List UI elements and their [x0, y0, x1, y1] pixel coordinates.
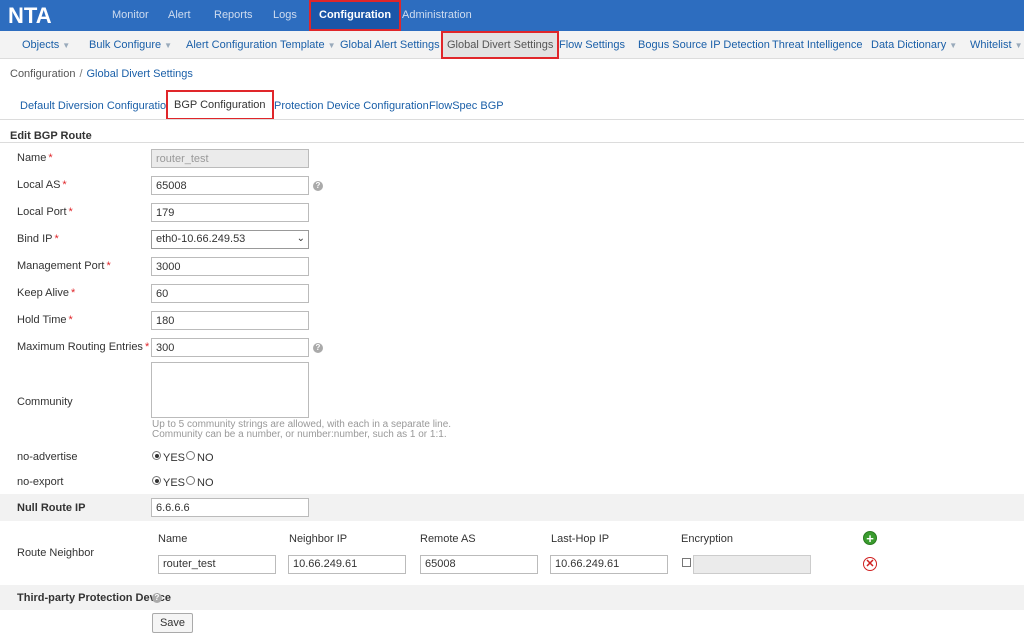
local-as-input[interactable]: [151, 176, 309, 195]
help-icon[interactable]: ?: [313, 181, 323, 191]
section-title: Edit BGP Route: [10, 130, 92, 142]
subnav-data-dictionary[interactable]: Data Dictionary ▼: [871, 31, 957, 59]
tab-default-diversion[interactable]: Default Diversion Configuration: [20, 100, 172, 112]
encryption-checkbox[interactable]: [682, 558, 691, 567]
local-as-label: Local AS *: [17, 179, 67, 191]
no-export-label: no-export: [17, 476, 64, 488]
null-route-label: Null Route IP: [17, 502, 86, 514]
local-port-input[interactable]: [151, 203, 309, 222]
sub-nav-bar: Objects ▼ Bulk Configure ▼ Alert Configura…: [0, 31, 1024, 59]
tab-protection-device[interactable]: Protection Device Configuration: [274, 100, 429, 112]
keep-alive-label: Keep Alive *: [17, 287, 76, 299]
no-advertise-yes-label: YES: [163, 452, 186, 464]
topnav-administration[interactable]: Administration: [402, 0, 472, 31]
chevron-down-icon: ▼: [1014, 41, 1023, 50]
no-export-yes-radio[interactable]: [152, 476, 161, 485]
management-port-label: Management Port *: [17, 260, 111, 272]
no-export-yes-label: YES: [163, 477, 186, 489]
last-hop-ip-input[interactable]: 10.66.249.61: [550, 555, 668, 574]
no-advertise-no-radio[interactable]: [186, 451, 195, 460]
no-advertise-no-label: NO: [197, 452, 214, 464]
subnav-threat-intelligence[interactable]: Threat Intelligence: [772, 31, 863, 59]
delete-neighbor-icon[interactable]: ✕: [863, 557, 877, 571]
null-route-input[interactable]: [151, 498, 309, 517]
name-label: Name *: [17, 152, 53, 164]
topnav-logs[interactable]: Logs: [273, 0, 297, 31]
chevron-down-icon: ▼: [949, 41, 958, 50]
name-input: [151, 149, 309, 168]
neighbor-ip-input[interactable]: 10.66.249.61: [288, 555, 406, 574]
breadcrumb-current[interactable]: Global Divert Settings: [87, 68, 193, 80]
hold-time-input[interactable]: [151, 311, 309, 330]
no-advertise-yes-radio[interactable]: [152, 451, 161, 460]
chevron-down-icon: ▼: [164, 41, 173, 50]
tab-flowspec-bgp[interactable]: FlowSpec BGP: [429, 100, 504, 112]
column-header-neighbor-ip: Neighbor IP: [289, 533, 348, 545]
route-neighbor-label: Route Neighbor: [17, 547, 95, 559]
no-export-no-label: NO: [197, 477, 214, 489]
topnav-alert[interactable]: Alert: [168, 0, 191, 31]
subnav-bogus-source-ip[interactable]: Bogus Source IP Detection: [638, 31, 770, 59]
community-hint-line2: Community can be a number, or number:num…: [152, 429, 447, 440]
chevron-down-icon: ⌄: [296, 233, 305, 244]
chevron-down-icon: ▼: [327, 41, 336, 50]
subnav-global-alert-settings[interactable]: Global Alert Settings: [340, 31, 440, 59]
tab-divider: [0, 119, 1024, 120]
subnav-bulk-configure[interactable]: Bulk Configure ▼: [89, 31, 172, 59]
no-export-no-radio[interactable]: [186, 476, 195, 485]
subnav-whitelist[interactable]: Whitelist ▼: [970, 31, 1022, 59]
save-button[interactable]: Save: [152, 613, 193, 633]
column-header-name: Name: [158, 533, 188, 545]
breadcrumb: Configuration / Global Divert Settings: [10, 68, 193, 80]
third-party-label: Third-party Protection Device: [17, 592, 172, 604]
bind-ip-label: Bind IP *: [17, 233, 59, 245]
hold-time-label: Hold Time *: [17, 314, 73, 326]
community-label: Community: [17, 396, 73, 408]
help-icon[interactable]: ?: [313, 343, 323, 353]
max-routing-entries-input[interactable]: [151, 338, 309, 357]
max-routing-entries-label: Maximum Routing Entries *: [17, 341, 150, 353]
column-header-remote-as: Remote AS: [420, 533, 476, 545]
subnav-flow-settings[interactable]: Flow Settings: [559, 31, 625, 59]
column-header-last-hop-ip: Last-Hop IP: [551, 533, 610, 545]
tab-bgp-configuration[interactable]: BGP Configuration: [166, 90, 274, 120]
chevron-down-icon: ▼: [62, 41, 71, 50]
section-divider: [0, 142, 1024, 143]
top-nav-bar: NTA Monitor Alert Reports Logs Configura…: [0, 0, 1024, 31]
topnav-reports[interactable]: Reports: [214, 0, 253, 31]
community-textarea[interactable]: [151, 362, 309, 418]
breadcrumb-separator: /: [79, 68, 83, 80]
app-logo: NTA: [8, 3, 52, 28]
neighbor-name-input[interactable]: router_test: [158, 555, 276, 574]
breadcrumb-root[interactable]: Configuration: [10, 68, 75, 80]
column-header-encryption: Encryption: [681, 533, 733, 545]
remote-as-input[interactable]: 65008: [420, 555, 538, 574]
subnav-alert-config-template[interactable]: Alert Configuration Template ▼: [186, 31, 336, 59]
management-port-input[interactable]: [151, 257, 309, 276]
add-neighbor-icon[interactable]: +: [863, 531, 877, 545]
topnav-monitor[interactable]: Monitor: [112, 0, 149, 31]
encryption-key-input: [693, 555, 811, 574]
keep-alive-input[interactable]: [151, 284, 309, 303]
no-advertise-label: no-advertise: [17, 451, 78, 463]
local-port-label: Local Port *: [17, 206, 73, 218]
subnav-objects[interactable]: Objects ▼: [22, 31, 70, 59]
bind-ip-select[interactable]: eth0-10.66.249.53 ⌄: [151, 230, 309, 249]
topnav-configuration[interactable]: Configuration: [309, 0, 402, 31]
subnav-global-divert-settings[interactable]: Global Divert Settings: [441, 31, 560, 59]
help-icon[interactable]: ?: [152, 593, 162, 603]
